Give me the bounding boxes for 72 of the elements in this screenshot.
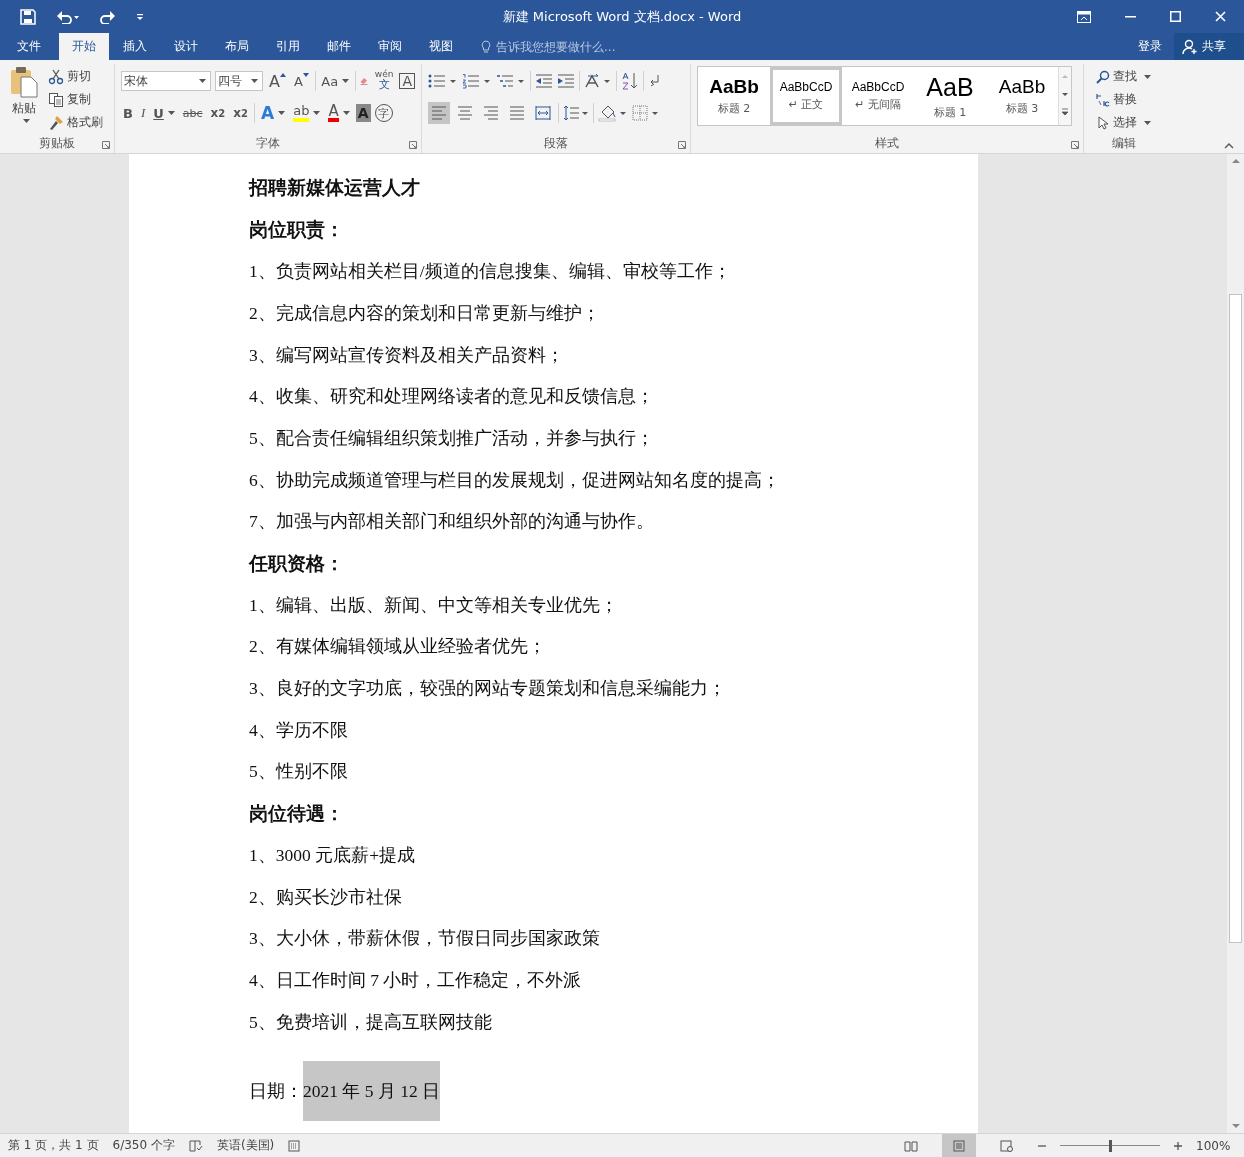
list-item-text: 6、协助完成频道管理与栏目的发展规划，促进网站知名度的提高； [249,468,780,492]
document-title: 招聘新媒体运营人才 [249,176,420,201]
ribbon-tab[interactable]: 邮件 [314,33,364,60]
text-effects-button[interactable]: A [259,102,288,124]
zoom-level[interactable]: 100% [1196,1138,1236,1153]
group-label: 编辑 [1112,134,1136,152]
share-button[interactable]: 共享 [1174,33,1244,60]
list-item-text: 2、完成信息内容的策划和日常更新与维护； [249,301,600,325]
window-title: 新建 Microsoft Word 文档.docx - Word [502,7,742,26]
group-label: 剪贴板 [39,134,75,152]
list-item-text: 7、加强与内部相关部门和组织外部的沟通与协作。 [249,510,654,534]
ribbon-tab[interactable]: 开始 [59,33,109,60]
ribbon-tab[interactable]: 审阅 [365,33,415,60]
ribbon-tab[interactable]: 视图 [416,33,466,60]
sign-in-link[interactable]: 登录 [1126,33,1174,60]
style-item[interactable]: AaBb 标题 3 [986,67,1058,125]
ribbon-tab[interactable]: 布局 [212,33,262,60]
bold-button[interactable]: B [121,102,135,124]
list-item-text: 3、大小休，带薪休假，节假日同步国家政策 [249,927,600,951]
find-button[interactable]: 查找 [1096,66,1158,87]
font-color-button[interactable]: A [326,102,352,124]
date-text: 2021 年 5 月 12 日 [303,1061,441,1122]
word-count[interactable]: 6/350 个字 [112,1137,175,1154]
format-painter-button[interactable]: 格式刷 [48,112,103,133]
replace-button[interactable]: 替换 [1096,89,1158,110]
ribbon-tab[interactable]: 插入 [110,33,160,60]
list-item-text: 5、免费培训，提高互联网技能 [249,1010,492,1034]
list-item-text: 5、配合责任编辑组织策划推广活动，并参与执行； [249,426,654,450]
underline-button[interactable]: U [151,102,177,124]
character-shading-button[interactable]: A [355,104,371,122]
language-indicator[interactable]: 英语(美国) [216,1137,275,1154]
italic-button[interactable]: I [138,102,148,124]
list-item-text: 2、有媒体编辑领域从业经验者优先； [249,635,546,659]
date-label: 日期： [249,1080,303,1104]
style-item[interactable]: AaB 标题 1 [914,67,986,125]
font-name-field[interactable]: 宋体 [121,71,211,91]
page-count[interactable]: 第 1 页，共 1 页 [8,1137,99,1154]
list-item-text: 4、学历不限 [249,718,348,742]
section-heading: 岗位待遇： [249,802,344,826]
list-item-text: 1、编辑、出版、新闻、中文等相关专业优先； [249,593,618,617]
section-heading: 任职资格： [249,552,344,576]
list-item-text: 5、性别不限 [249,760,348,784]
list-item-text: 3、良好的文字功底，较强的网站专题策划和信息采编能力； [249,677,726,701]
ribbon-tab[interactable]: 文件 [0,33,58,60]
strikethrough-button[interactable]: abc [180,102,205,124]
paste-button[interactable]: 粘贴 [6,64,42,133]
list-item-text: 3、编写网站宣传资料及相关产品资料； [249,343,564,367]
group-label: 段落 [544,134,568,152]
list-item-text: 4、日工作时间 7 小时，工作稳定，不外派 [249,968,582,992]
cut-button[interactable]: 剪切 [48,66,103,87]
section-heading: 岗位职责： [249,218,344,243]
style-item[interactable]: AaBbCcD ↵ 正文 [770,67,842,125]
ribbon-tab[interactable]: 引用 [263,33,313,60]
highlight-button[interactable]: ab [291,102,323,124]
list-item-text: 1、负责网站相关栏目/频道的信息搜集、编辑、审校等工作； [249,260,731,284]
style-item[interactable]: AaBbCcD ↵ 无间隔 [842,67,914,125]
group-label: 样式 [875,134,899,152]
list-item-text: 1、3000 元底薪+提成 [249,843,415,867]
list-item-text: 2、购买长沙市社保 [249,885,402,909]
style-item[interactable]: AaBb 标题 2 [698,67,770,125]
character-border-button[interactable]: A [399,73,415,89]
list-item-text: 4、收集、研究和处理网络读者的意见和反馈信息； [249,385,654,409]
font-size-field[interactable]: 四号 [215,71,263,91]
tell-me-field[interactable]: 告诉我您想要做什么... [496,39,666,54]
phonetic-guide-button[interactable]: wén 文 [372,70,396,92]
shrink-font-button[interactable]: A [291,70,311,92]
change-case-button[interactable]: Aa [319,70,352,92]
copy-button[interactable]: 复制 [48,89,103,110]
grow-font-button[interactable]: A [267,70,288,92]
group-label: 字体 [256,134,280,152]
select-button[interactable]: 选择 [1096,112,1158,133]
ribbon-tab[interactable]: 设计 [161,33,211,60]
